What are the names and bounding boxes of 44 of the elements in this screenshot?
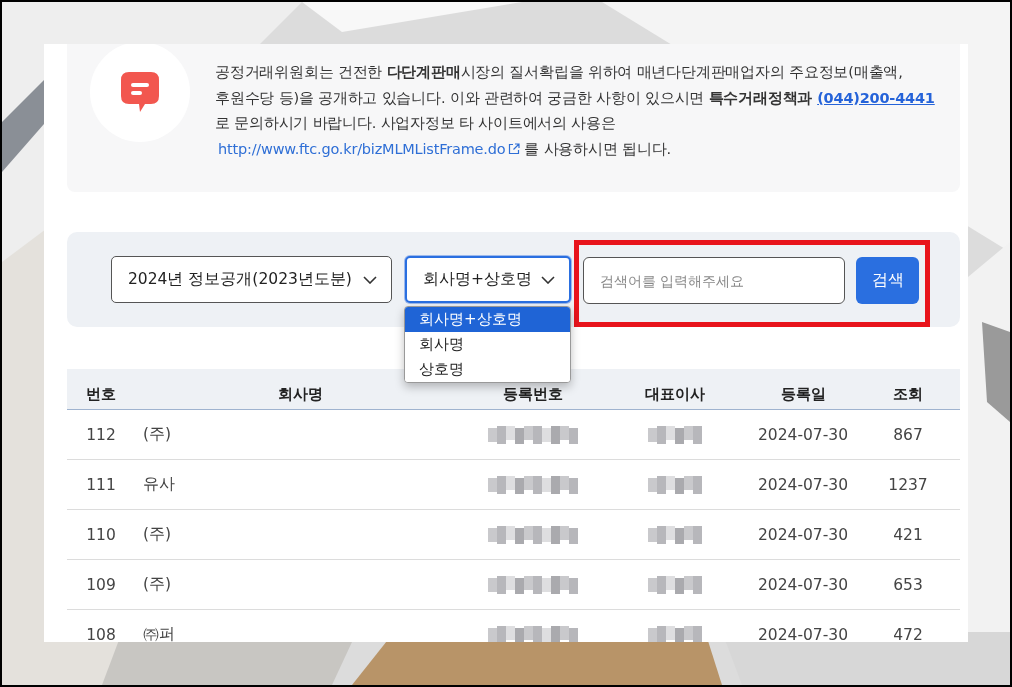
table-cell-text: 2024-07-30 [756,575,850,594]
search-field[interactable]: 검색어를 입력해주세요 [583,257,845,304]
column-header: 대표이사 [644,385,706,405]
table-cell-text: 2024-07-30 [756,425,850,444]
column-header: 번호 [85,385,117,405]
column-header: 등록번호 [502,385,564,405]
table-cell-text: 2024-07-30 [756,525,850,544]
column-header: 등록일 [779,385,827,405]
phone-link[interactable]: (044)200-4441 [817,89,935,106]
url-link[interactable]: http://www.ftc.go.kr/bizMLMListFrame.do [218,136,521,162]
table-cell: ㈜퍼 [143,625,175,642]
table-cell-text: 653 [892,575,924,594]
table-cell-text: 110 [85,525,117,544]
speech-bubble-icon [121,72,159,112]
table-cell-text: 2024-07-30 [756,475,850,494]
chevron-down-icon [363,275,377,284]
pixelated-text-drawing [648,575,702,594]
table-cell-text: 867 [892,425,924,444]
search-type-select[interactable]: 회사명+상호명 [405,256,571,303]
table-cell-text: 2024-07-30 [756,625,850,642]
pixelated-text-drawing [648,475,702,494]
table-cell: 유사 [143,475,175,493]
table-cell-text: 421 [892,525,924,544]
dropdown-option[interactable]: 회사명+상호명 [405,307,570,332]
search-button[interactable]: 검색 [856,257,919,304]
table-cell-text: 472 [892,625,924,642]
pixelated-text-drawing [648,525,702,544]
pixelated-text-drawing [648,425,702,444]
table-cell-text: 111 [85,475,117,494]
column-header: 조회 [892,385,924,405]
column-header: 회사명 [277,385,324,405]
table-cell: (주) [143,575,172,593]
dropdown-option[interactable]: 상호명 [405,357,570,382]
chevron-down-icon [541,275,555,284]
table-cell: (주) [143,425,172,443]
table-cell-text: 112 [85,425,117,444]
table-cell-text: 108 [85,625,117,642]
year-select[interactable]: 2024년 정보공개(2023년도분) [111,256,392,303]
table-cell: (주) [143,525,172,543]
dropdown-option[interactable]: 회사명 [405,332,570,357]
external-link-icon [508,143,521,156]
notice-text: 공정거래위원회는 건전한 다단계판매시장의 질서확립을 위하여 매년다단계판매업자의 주요정보(매출액, 후원수당 등)을 공개하고 있습니다. 이와 관련하여 궁금한 사항이 있으시면 특수거래정책과 (044)200-4441 로 문의하시기 바랍니다. 사업자정보 타 사이트에서의 사용은 http://www.ftc.go.kr/bizMLMListFrame.do 를 사용하시면 됩니다. [215,60,935,162]
table-cell-text: 109 [85,575,117,594]
table-cell-text: 1237 [887,475,929,494]
